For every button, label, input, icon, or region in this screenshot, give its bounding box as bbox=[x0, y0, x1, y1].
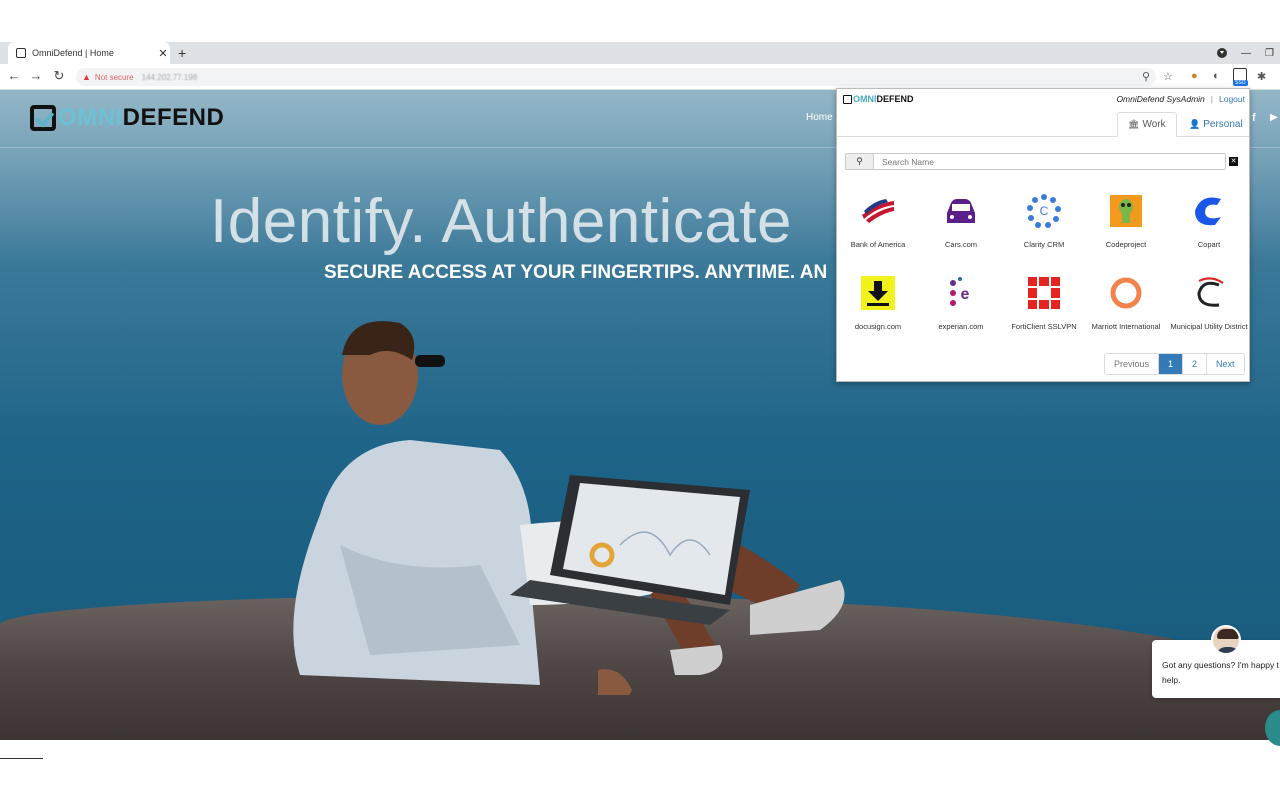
app-label: docusign.com bbox=[854, 322, 902, 331]
popup-logo-omni: OMNI bbox=[853, 94, 877, 104]
tab-search-icon[interactable] bbox=[1217, 48, 1228, 58]
chat-message: Got any questions? I'm happy t help. bbox=[1162, 660, 1279, 685]
app-tile[interactable]: Bank of America bbox=[838, 193, 918, 249]
footer-rule bbox=[0, 758, 43, 759]
page-2-button[interactable]: 2 bbox=[1183, 354, 1208, 374]
bookmark-star-icon[interactable]: ☆ bbox=[1163, 70, 1173, 83]
checkmark-logo-icon bbox=[30, 105, 56, 131]
app-tile[interactable]: FortiClient SSLVPN bbox=[1004, 275, 1084, 331]
checkmark-logo-icon bbox=[843, 94, 852, 104]
marriott-ring-icon bbox=[1110, 277, 1142, 309]
app-tile[interactable]: C Clarity CRM bbox=[1004, 193, 1084, 249]
app-label: Copart bbox=[1197, 240, 1221, 249]
app-tile[interactable]: Copart bbox=[1169, 193, 1249, 249]
man-with-laptop-image bbox=[293, 321, 845, 695]
warning-icon: ▲ bbox=[82, 72, 91, 82]
app-label: experian.com bbox=[938, 322, 984, 331]
app-tile[interactable]: Municipal Utility District bbox=[1169, 275, 1249, 331]
experian-e-icon: e bbox=[950, 277, 970, 306]
building-icon: 🏛 bbox=[1128, 119, 1140, 129]
zoom-icon[interactable]: ⚲ bbox=[1142, 70, 1150, 83]
app-label: FortiClient SSLVPN bbox=[1011, 322, 1077, 331]
favicon-icon bbox=[16, 48, 26, 58]
app-tile[interactable]: docusign.com bbox=[838, 275, 918, 331]
url-text: 144.202.77.198 bbox=[141, 72, 198, 82]
logo-omni-text: OMNI bbox=[58, 104, 123, 131]
app-search-box: ⚲ bbox=[845, 153, 1226, 170]
not-secure-label: Not secure bbox=[94, 72, 134, 82]
nav-home-link[interactable]: Home bbox=[806, 112, 833, 123]
municipal-utility-c-icon bbox=[1197, 277, 1224, 307]
pagination: Previous 1 2 Next bbox=[1104, 353, 1245, 375]
app-label: Marriott International bbox=[1091, 322, 1161, 331]
sso-popup: OMNI DEFEND OmniDefend SysAdmin | Logout… bbox=[836, 88, 1250, 382]
app-label: Clarity CRM bbox=[1023, 240, 1065, 249]
logout-link[interactable]: Logout bbox=[1219, 94, 1245, 104]
user-icon: 👤 bbox=[1189, 119, 1201, 129]
codeproject-icon bbox=[1110, 195, 1142, 227]
search-input[interactable] bbox=[874, 154, 1225, 169]
tab-personal-label: Personal bbox=[1203, 119, 1243, 130]
bank-of-america-flag-icon bbox=[862, 199, 894, 223]
popup-logo: OMNI DEFEND bbox=[843, 94, 914, 104]
app-label: Cars.com bbox=[944, 240, 978, 249]
tab-close-icon[interactable]: ✕ bbox=[156, 47, 170, 60]
browser-tab-strip: OmniDefend | Home ✕ + — ❐ bbox=[0, 42, 1280, 64]
browser-toolbar: ← → ↻ ▲ Not secure 144.202.77.198 ⚲ ☆ ● … bbox=[0, 64, 1280, 90]
forticlient-icon bbox=[1028, 277, 1060, 309]
clarity-crm-dots-icon: C bbox=[1027, 194, 1061, 228]
site-logo[interactable]: OMNI DEFEND bbox=[30, 104, 224, 132]
car-icon bbox=[947, 199, 975, 223]
youtube-icon[interactable]: ▶ bbox=[1270, 112, 1278, 123]
username-label: OmniDefend SysAdmin bbox=[1116, 94, 1205, 104]
extensions-puzzle-icon[interactable]: ✱ bbox=[1257, 70, 1266, 83]
copart-c-icon bbox=[1195, 197, 1221, 226]
restore-icon[interactable]: ❐ bbox=[1265, 48, 1274, 59]
app-tile[interactable]: Cars.com bbox=[921, 193, 1001, 249]
page-1-button[interactable]: 1 bbox=[1159, 354, 1184, 374]
tab-title: OmniDefend | Home bbox=[32, 48, 114, 58]
popup-logo-defend: DEFEND bbox=[876, 94, 914, 104]
svg-text:C: C bbox=[1040, 204, 1049, 218]
forward-icon[interactable]: → bbox=[28, 68, 44, 83]
address-bar[interactable]: ▲ Not secure 144.202.77.198 bbox=[76, 68, 1156, 86]
app-tile[interactable]: Codeproject bbox=[1086, 193, 1166, 249]
back-icon[interactable]: ← bbox=[6, 68, 22, 83]
hero-subheadline: SECURE ACCESS AT YOUR FINGERTIPS. ANYTIM… bbox=[324, 262, 828, 283]
clear-search-icon[interactable]: ✕ bbox=[1229, 157, 1238, 166]
avatar-hair bbox=[1217, 629, 1239, 639]
hero-headline: Identify. Authenticate bbox=[210, 187, 793, 256]
app-label: Municipal Utility District bbox=[1170, 322, 1248, 331]
app-tile[interactable]: e experian.com bbox=[921, 275, 1001, 331]
user-separator: | bbox=[1210, 94, 1213, 104]
search-icon[interactable]: ⚲ bbox=[846, 154, 874, 169]
docusign-download-icon bbox=[861, 276, 895, 310]
popup-user-bar: OmniDefend SysAdmin | Logout bbox=[1116, 94, 1245, 104]
minimize-icon[interactable]: — bbox=[1241, 48, 1251, 59]
sso-badge: SSO bbox=[1233, 80, 1248, 86]
reload-icon[interactable]: ↻ bbox=[51, 68, 67, 84]
app-label: Bank of America bbox=[850, 240, 906, 249]
previous-page-button[interactable]: Previous bbox=[1105, 354, 1160, 374]
logo-defend-text: DEFEND bbox=[122, 104, 225, 131]
app-label: Codeproject bbox=[1105, 240, 1147, 249]
tab-personal[interactable]: 👤 Personal bbox=[1179, 112, 1253, 137]
window-controls: — ❐ bbox=[1217, 42, 1280, 64]
tab-work-label: Work bbox=[1142, 119, 1166, 130]
browser-tab[interactable]: OmniDefend | Home ✕ bbox=[8, 42, 170, 64]
tab-work[interactable]: 🏛 Work bbox=[1117, 112, 1177, 137]
chat-agent-avatar bbox=[1211, 625, 1241, 655]
new-tab-button[interactable]: + bbox=[178, 45, 186, 61]
svg-text:e: e bbox=[961, 286, 970, 303]
cookie-extension-icon[interactable]: ● bbox=[1191, 70, 1198, 82]
app-tile[interactable]: Marriott International bbox=[1086, 275, 1166, 331]
extension-circle-icon[interactable]: ◐ bbox=[1213, 70, 1220, 82]
next-page-button[interactable]: Next bbox=[1207, 354, 1244, 374]
